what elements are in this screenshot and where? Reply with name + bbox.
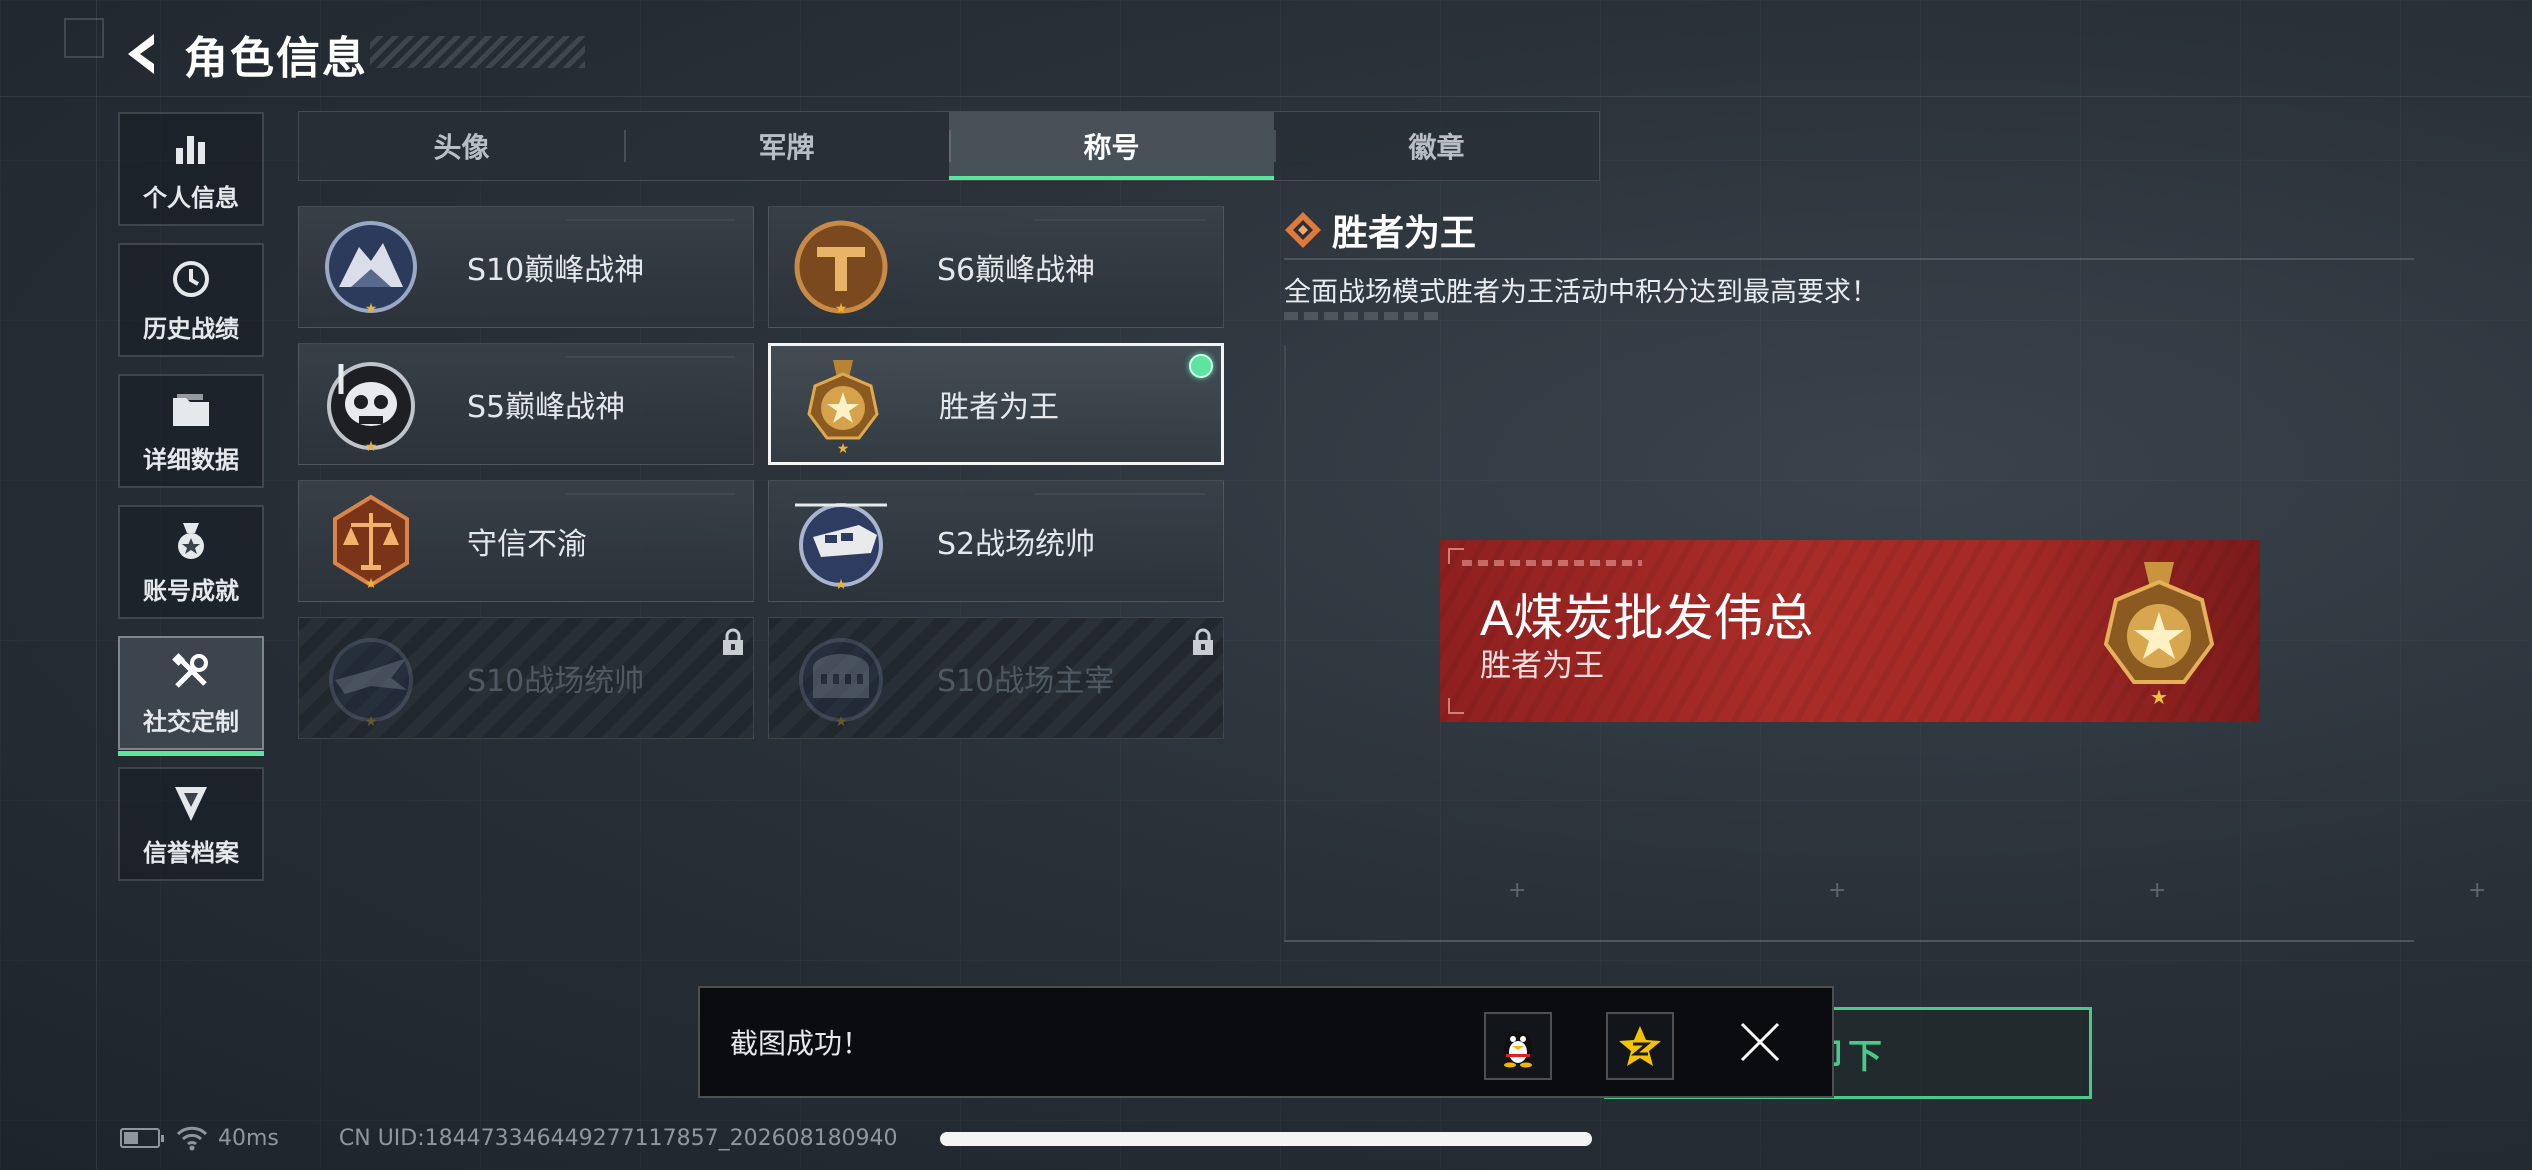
sidebar: 个人信息 历史战绩 详细数据 账号成就 社交定制 信誉档案: [118, 112, 266, 898]
svg-text:★: ★: [365, 301, 378, 317]
tab-bar: 头像 军牌 称号 徽章: [298, 111, 1600, 181]
title-label: S2战场统帅: [937, 527, 1096, 562]
title-card[interactable]: ★ S10巅峰战神: [298, 206, 754, 328]
sidebar-item-label: 历史战绩: [143, 314, 239, 343]
tab-avatar[interactable]: 头像: [299, 112, 624, 180]
skull-diver-badge-icon: ★: [327, 362, 415, 454]
tab-badge[interactable]: 徽章: [1274, 112, 1599, 180]
mountain-fortress-badge-icon: ★: [325, 221, 417, 317]
bronze-t-badge-icon: ★: [794, 220, 888, 317]
title-card[interactable]: ★ 守信不渝: [298, 480, 754, 602]
nameplate-deco: [1462, 560, 1642, 566]
svg-text:★: ★: [365, 714, 378, 728]
folder-icon: [169, 388, 213, 432]
detail-deco: [1284, 312, 1444, 320]
sidebar-item-label: 个人信息: [143, 183, 239, 212]
back-arrow-icon: [128, 34, 154, 74]
card-deco: [565, 493, 735, 495]
sidebar-item-personal-info[interactable]: 个人信息: [118, 112, 264, 226]
detail-header: 胜者为王: [1284, 200, 2414, 260]
back-button[interactable]: [118, 28, 162, 80]
qzone-star-icon: [1619, 1026, 1661, 1066]
close-icon: [1740, 1022, 1780, 1062]
tab-title[interactable]: 称号: [949, 112, 1274, 180]
colosseum-badge-icon: ★: [799, 638, 883, 728]
sidebar-item-label: 账号成就: [143, 576, 239, 605]
home-indicator[interactable]: [940, 1132, 1592, 1146]
title-stripes-deco: [370, 36, 585, 68]
divider: [1284, 258, 2414, 260]
nameplate-corner: [1448, 698, 1464, 714]
sidebar-item-history[interactable]: 历史战绩: [118, 243, 264, 357]
svg-text:★: ★: [365, 439, 378, 454]
svg-text:★: ★: [2150, 685, 2168, 708]
gold-star-medal-badge-icon: ★: [807, 360, 879, 456]
sidebar-item-achievements[interactable]: 账号成就: [118, 505, 264, 619]
title-card-locked[interactable]: ★ S10战场统帅: [298, 617, 754, 739]
svg-text:★: ★: [835, 714, 848, 728]
toast-message: 截图成功！: [730, 1027, 871, 1060]
bar-chart-icon: [169, 126, 213, 170]
gold-star-medal-badge-icon: ★: [2103, 562, 2215, 708]
tab-dogtag[interactable]: 军牌: [624, 112, 949, 180]
page-title: 角色信息: [184, 33, 368, 84]
page-header: 角色信息: [118, 24, 368, 84]
achievement-medal-icon: [169, 519, 213, 563]
title-label: S5巅峰战神: [467, 390, 626, 425]
svg-text:★: ★: [835, 577, 848, 591]
svg-text:★: ★: [835, 301, 848, 317]
title-card[interactable]: ★ S2战场统帅: [768, 480, 1224, 602]
toast-close-button[interactable]: [1728, 1010, 1792, 1074]
nameplate-corner: [1448, 548, 1464, 564]
nameplate-title: 胜者为王: [1480, 648, 1604, 684]
title-label: 胜者为王: [939, 390, 1059, 425]
share-qq-button[interactable]: [1484, 1012, 1552, 1080]
title-label: S10巅峰战神: [467, 253, 645, 288]
screenshot-toast: 截图成功！: [698, 986, 1834, 1098]
deco-line: [0, 96, 2532, 97]
svg-text:★: ★: [365, 576, 378, 591]
sidebar-item-social-custom[interactable]: 社交定制: [118, 636, 264, 756]
qq-penguin-icon: [1504, 1031, 1532, 1068]
ping-value: 40ms: [218, 1125, 279, 1151]
sidebar-item-label: 信誉档案: [143, 838, 239, 867]
uid-text: CN UID:1844733464492771178​57_2026081809…: [338, 1125, 898, 1151]
status-bar: 40ms CN UID:1844733464492771178​57_20260…: [120, 1120, 898, 1156]
shield-emblem-icon: [169, 781, 213, 825]
title-card-selected[interactable]: ★ 胜者为王: [768, 343, 1224, 465]
history-clock-icon: [169, 257, 213, 301]
helicopter-badge-icon: ★: [795, 503, 887, 591]
nameplate-preview: A煤炭批发伟总 胜者为王 ★: [1440, 540, 2260, 722]
title-label: S6巅峰战神: [937, 253, 1096, 288]
lock-icon: [1193, 628, 1213, 655]
deco-line: [96, 0, 97, 1170]
scales-of-justice-badge-icon: ★: [333, 494, 409, 591]
divider: [1284, 940, 2414, 942]
jet-badge-icon: ★: [329, 638, 413, 728]
title-label: S10战场统帅: [467, 664, 645, 699]
battery-icon: [120, 1128, 164, 1148]
title-card-locked[interactable]: ★ S10战场主宰: [768, 617, 1224, 739]
share-qzone-button[interactable]: [1606, 1012, 1674, 1080]
diamond-title-icon: [1285, 212, 1321, 248]
sidebar-item-credit[interactable]: 信誉档案: [118, 767, 264, 881]
title-label: S10战场主宰: [937, 664, 1115, 699]
equipped-indicator: [1189, 354, 1213, 378]
title-label: 守信不渝: [467, 527, 587, 562]
tools-icon: [169, 650, 213, 694]
title-card[interactable]: ★ S5巅峰战神: [298, 343, 754, 465]
corner-deco: [64, 18, 104, 58]
lock-icon: [723, 628, 743, 655]
title-card[interactable]: ★ S6巅峰战神: [768, 206, 1224, 328]
detail-description: 全面战场模式胜者为王活动中积分达到最高要求！: [1284, 277, 1878, 308]
detail-title: 胜者为王: [1332, 213, 1477, 254]
crosshair-deco: +: [2468, 878, 2487, 903]
wifi-icon: [176, 1126, 208, 1151]
svg-text:★: ★: [837, 441, 850, 456]
sidebar-item-label: 详细数据: [143, 445, 239, 474]
sidebar-item-details[interactable]: 详细数据: [118, 374, 264, 488]
sidebar-item-label: 社交定制: [143, 707, 239, 736]
